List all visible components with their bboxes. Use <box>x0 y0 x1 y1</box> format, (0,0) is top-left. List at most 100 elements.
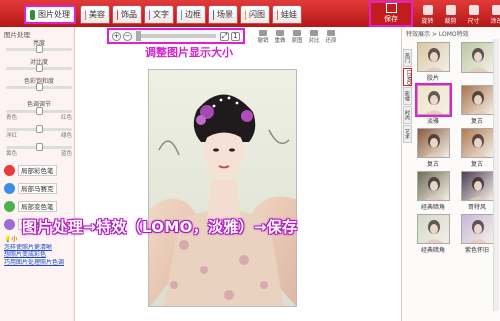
tab-label: 美容 <box>89 10 105 19</box>
resize-button[interactable]: 尺寸 <box>462 2 485 26</box>
mosaic-button[interactable]: 局部马赛克 <box>4 182 72 195</box>
slider-right-label: 红色 <box>60 115 72 121</box>
zoom-slider[interactable] <box>136 31 216 41</box>
magenta-green-slider[interactable]: 洋红 绿色 <box>6 125 72 139</box>
slider-track[interactable] <box>6 125 72 133</box>
compare-button[interactable]: 对比 <box>306 30 322 44</box>
slider-handle[interactable] <box>36 125 43 133</box>
slider-handle[interactable] <box>36 83 43 91</box>
button-label: 局部变色笔 <box>18 201 57 212</box>
slider-handle[interactable] <box>36 64 43 72</box>
actual-size-icon[interactable]: 1 <box>231 31 240 41</box>
paint-button[interactable]: 涂改 <box>485 2 500 26</box>
paint-icon <box>491 5 500 15</box>
tab-doll[interactable]: 娃娃 <box>272 5 302 24</box>
undo-button[interactable]: 撤销 <box>255 30 271 44</box>
recolor-brush-button[interactable]: 局部变色笔 <box>4 200 72 213</box>
effect-label: 复古 <box>426 161 439 168</box>
effect-preview-image <box>416 42 450 72</box>
tab-accessories[interactable]: 饰品 <box>112 5 142 24</box>
redo-button[interactable]: 重做 <box>272 30 288 44</box>
cyan-red-slider[interactable]: 青色 红色 <box>6 107 72 121</box>
slider-right-label: 绿色 <box>60 133 72 139</box>
effect-category-tabs: 热门 LOMO 影楼 时尚 艺术 <box>403 49 412 144</box>
tab-text[interactable]: 文字 <box>144 5 174 24</box>
slider-track[interactable] <box>6 107 72 115</box>
tab-beauty[interactable]: 美容 <box>80 5 110 24</box>
slider-handle[interactable] <box>36 143 43 151</box>
effect-preview-image <box>414 83 452 117</box>
slider-track[interactable] <box>6 143 72 151</box>
slider-track[interactable] <box>6 83 72 91</box>
effect-thumbnail[interactable]: 淡雅 <box>414 83 452 125</box>
tips-title: 💡小 <box>4 236 72 244</box>
slider-handle[interactable] <box>36 45 43 53</box>
resize-label: 尺寸 <box>467 18 480 25</box>
restore-button[interactable]: 还原 <box>323 30 339 44</box>
zoom-out-icon[interactable]: − <box>123 31 132 41</box>
original-button[interactable]: 原图 <box>289 30 305 44</box>
slider-handle[interactable] <box>36 107 43 115</box>
effect-preview-image <box>460 171 494 201</box>
slider-left-label: 青色 <box>6 115 18 121</box>
save-button[interactable]: 保存 <box>369 1 413 27</box>
tips-title-text: 小 <box>11 236 18 243</box>
crop-icon <box>445 5 456 15</box>
tip-link[interactable]: 怎样使照片更清晰 <box>4 244 72 252</box>
recolor-brush-icon <box>4 201 15 212</box>
fit-icon[interactable]: ⤢ <box>220 31 229 41</box>
effect-label: 经典暗角 <box>420 247 445 254</box>
effect-label: 复古 <box>470 118 483 125</box>
effect-preview-image <box>416 171 450 201</box>
tip-link[interactable]: 想照片变成彩色 <box>4 251 72 259</box>
slider-track[interactable] <box>6 45 72 53</box>
effect-thumbnail[interactable]: 胶片 <box>414 42 452 82</box>
tab-hot[interactable]: 热门 <box>403 49 412 67</box>
effect-thumbnail[interactable]: 经典暗角 <box>414 171 452 211</box>
tab-art[interactable]: 艺术 <box>403 125 412 143</box>
tab-lomo[interactable]: LOMO <box>403 68 412 86</box>
effect-thumbnail[interactable]: 紫色怀旧 <box>458 214 496 254</box>
zoom-slider-handle[interactable] <box>136 31 141 41</box>
op-label: 还原 <box>325 38 337 44</box>
effect-thumbnail[interactable]: 复古 <box>458 128 496 168</box>
op-label: 原图 <box>291 38 303 44</box>
crop-button[interactable]: 裁剪 <box>439 2 462 26</box>
tips-section: 💡小 怎样使照片更清晰 想照片变成彩色 巧用图片处理照片色调 <box>4 236 72 266</box>
tab-label: 图片处理 <box>38 10 70 19</box>
yellow-blue-slider[interactable]: 黄色 蓝色 <box>6 143 72 157</box>
slider-left-label: 洋红 <box>6 133 18 139</box>
effect-thumbnail[interactable]: 复古 <box>458 85 496 125</box>
tab-studio[interactable]: 影楼 <box>403 87 412 105</box>
effect-thumbnail[interactable] <box>458 42 496 82</box>
color-brush-button[interactable]: 局部彩色笔 <box>4 164 72 177</box>
tip-link[interactable]: 巧用图片处理照片色调 <box>4 259 72 267</box>
effects-scrollbar[interactable] <box>493 39 499 311</box>
saturation-slider[interactable]: 色彩饱和度 <box>6 76 72 91</box>
tab-flash[interactable]: 闪图 <box>240 5 270 24</box>
rotate-label: 旋转 <box>421 18 434 25</box>
tab-label: 边框 <box>185 10 201 19</box>
tab-fashion[interactable]: 时尚 <box>403 106 412 124</box>
tab-label: 闪图 <box>249 10 265 19</box>
slider-left-label: 黄色 <box>6 151 18 157</box>
zoom-annotation: 调整图片显示大小 <box>145 46 233 59</box>
edit-tools: 旋转 裁剪 尺寸 涂改 <box>416 2 500 26</box>
paint-label: 涂改 <box>490 18 500 25</box>
tab-image-edit[interactable]: 图片处理 <box>24 5 76 24</box>
slider-right-label: 蓝色 <box>60 151 72 157</box>
zoom-control: + − ⤢ 1 <box>107 28 245 44</box>
brightness-slider[interactable]: 亮度 <box>6 38 72 53</box>
blur-icon <box>4 219 15 230</box>
contrast-slider[interactable]: 对比度 <box>6 57 72 72</box>
zoom-in-icon[interactable]: + <box>112 31 121 41</box>
effect-thumbnail[interactable]: 经典暗角 <box>414 214 452 254</box>
effect-thumbnail[interactable]: 哥特风 <box>458 171 496 211</box>
slider-track[interactable] <box>6 64 72 72</box>
rotate-button[interactable]: 旋转 <box>416 2 439 26</box>
tab-label: 文字 <box>153 10 169 19</box>
save-icon <box>385 3 397 13</box>
tab-scene[interactable]: 场景 <box>208 5 238 24</box>
tab-frame[interactable]: 边框 <box>176 5 206 24</box>
effect-thumbnail[interactable]: 复古 <box>414 128 452 168</box>
